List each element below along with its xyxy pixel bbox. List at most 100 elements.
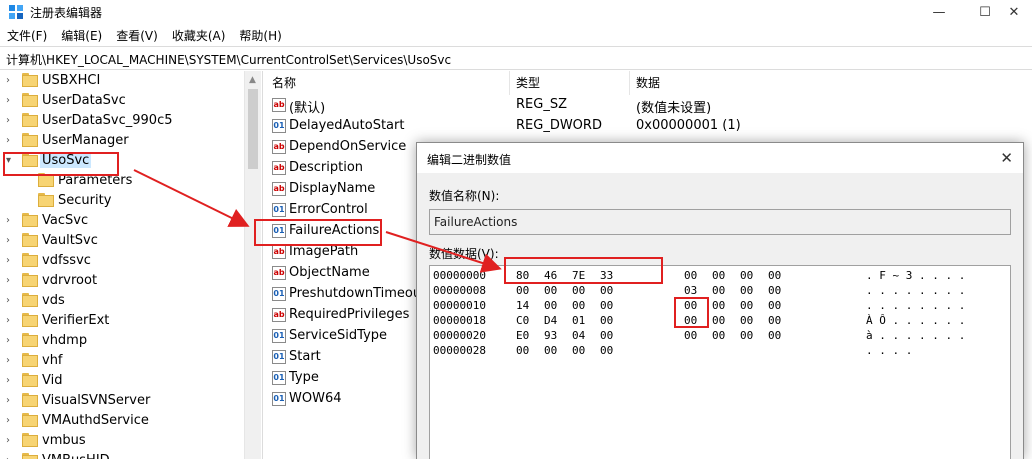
hex-byte[interactable]: 00 [684, 329, 697, 342]
chevron-right-icon[interactable]: › [6, 375, 16, 387]
hex-byte[interactable]: C0 [516, 314, 529, 327]
value-row[interactable]: ab (默认) REG_SZ (数值未设置) [266, 95, 1032, 116]
hex-byte[interactable]: 00 [572, 284, 585, 297]
column-type[interactable]: 类型 [510, 71, 630, 95]
tree-item-vmauthdservice[interactable]: › VMAuthdService [0, 411, 244, 431]
hex-row[interactable]: 00000020 E0 93 04 00 00 00 00 00 à . . . . . . . [430, 329, 1010, 344]
hex-byte[interactable]: 00 [516, 284, 529, 297]
chevron-right-icon[interactable]: › [6, 95, 16, 107]
tree-item-verifierext[interactable]: › VerifierExt [0, 311, 244, 331]
chevron-right-icon[interactable]: › [6, 75, 16, 87]
hex-byte[interactable]: 00 [712, 314, 725, 327]
hex-byte[interactable]: 00 [684, 269, 697, 282]
chevron-right-icon[interactable]: › [6, 455, 16, 459]
chevron-right-icon[interactable]: › [6, 215, 16, 227]
hex-byte[interactable]: E0 [516, 329, 529, 342]
hex-byte[interactable]: D4 [544, 314, 557, 327]
chevron-right-icon[interactable]: › [6, 255, 16, 267]
close-button[interactable]: ✕ [996, 0, 1032, 24]
hex-byte[interactable]: 00 [712, 329, 725, 342]
menu-view[interactable]: 查看(V) [109, 26, 165, 46]
hex-byte[interactable]: 00 [544, 284, 557, 297]
tree-item-vmbushid[interactable]: › VMBusHID [0, 451, 244, 459]
chevron-right-icon[interactable]: › [6, 275, 16, 287]
hex-row[interactable]: 00000010 14 00 00 00 00 00 00 00. . . . . . . . [430, 299, 1010, 314]
hex-byte[interactable]: 00 [600, 299, 613, 312]
hex-byte[interactable]: 14 [516, 299, 529, 312]
tree-item-userdatasvc[interactable]: › UserDataSvc [0, 91, 244, 111]
chevron-right-icon[interactable]: › [6, 115, 16, 127]
menu-favorites[interactable]: 收藏夹(A) [165, 26, 233, 46]
hex-byte[interactable]: 00 [572, 344, 585, 357]
hex-byte[interactable]: 00 [600, 314, 613, 327]
hex-byte[interactable]: 00 [516, 344, 529, 357]
chevron-right-icon[interactable]: › [6, 135, 16, 147]
hex-byte[interactable]: 00 [768, 299, 781, 312]
hex-byte[interactable]: 00 [768, 269, 781, 282]
hex-byte[interactable]: 00 [712, 284, 725, 297]
hex-byte[interactable]: 00 [740, 329, 753, 342]
hex-byte[interactable]: 00 [768, 329, 781, 342]
tree-item-vdfssvc[interactable]: › vdfssvc [0, 251, 244, 271]
chevron-right-icon[interactable]: › [6, 235, 16, 247]
dialog-close-icon[interactable]: ✕ [1000, 149, 1013, 167]
hex-byte[interactable]: 00 [740, 299, 753, 312]
value-row[interactable]: 01 DelayedAutoStart REG_DWORD 0x00000001 (1… [266, 116, 1032, 137]
tree-scrollbar[interactable]: ▲ [244, 71, 261, 459]
tree-item-userdatasvc-990c5[interactable]: › UserDataSvc_990c5 [0, 111, 244, 131]
tree-scroll-thumb[interactable] [248, 89, 258, 169]
tree-item-vhf[interactable]: › vhf [0, 351, 244, 371]
hex-byte[interactable]: 00 [768, 284, 781, 297]
hex-byte[interactable]: 00 [600, 284, 613, 297]
hex-byte[interactable]: 00 [740, 314, 753, 327]
chevron-right-icon[interactable]: › [6, 355, 16, 367]
string-value-icon: ab [272, 308, 286, 322]
hex-byte[interactable]: 00 [544, 344, 557, 357]
hex-byte[interactable]: 00 [544, 299, 557, 312]
hex-byte[interactable]: 00 [768, 314, 781, 327]
address-path[interactable]: 计算机\HKEY_LOCAL_MACHINE\SYSTEM\CurrentCon… [6, 51, 451, 68]
tree-item-vmbus[interactable]: › vmbus [0, 431, 244, 451]
string-value-icon: ab [272, 245, 286, 259]
tree-item-vhdmp[interactable]: › vhdmp [0, 331, 244, 351]
chevron-right-icon[interactable]: › [6, 315, 16, 327]
tree-item-usbxhci[interactable]: › USBXHCI [0, 71, 244, 91]
hex-byte[interactable]: 00 [600, 329, 613, 342]
hex-byte[interactable]: 00 [740, 269, 753, 282]
minimize-button[interactable]: — [916, 0, 962, 24]
hex-editor[interactable]: 00000000 80 46 7E 33 00 00 00 00. F ~ 3 . . . .0… [429, 265, 1011, 459]
chevron-right-icon[interactable]: › [6, 395, 16, 407]
hex-byte[interactable]: 03 [684, 284, 697, 297]
column-name[interactable]: 名称 [266, 71, 510, 95]
scroll-up-icon[interactable]: ▲ [249, 75, 256, 85]
hex-byte[interactable]: 01 [572, 314, 585, 327]
menu-help[interactable]: 帮助(H) [232, 26, 288, 46]
hex-byte[interactable]: 00 [740, 284, 753, 297]
column-data[interactable]: 数据 [630, 71, 1032, 95]
hex-byte[interactable]: 00 [712, 299, 725, 312]
hex-byte[interactable]: 93 [544, 329, 557, 342]
tree-item-visualsvnserver[interactable]: › VisualSVNServer [0, 391, 244, 411]
tree-item-usermanager[interactable]: › UserManager [0, 131, 244, 151]
tree-item-vid[interactable]: › Vid [0, 371, 244, 391]
tree-item-security[interactable]: Security [0, 191, 244, 211]
tree-item-vdrvroot[interactable]: › vdrvroot [0, 271, 244, 291]
address-bar[interactable]: 计算机\HKEY_LOCAL_MACHINE\SYSTEM\CurrentCon… [0, 46, 1032, 70]
hex-byte[interactable]: 04 [572, 329, 585, 342]
menu-file[interactable]: 文件(F) [0, 26, 54, 46]
key-tree[interactable]: › USBXHCI › UserDataSvc › UserDataSvc_990c5 › U… [0, 71, 262, 459]
hex-byte[interactable]: 00 [712, 269, 725, 282]
tree-item-vds[interactable]: › vds [0, 291, 244, 311]
chevron-right-icon[interactable]: › [6, 435, 16, 447]
chevron-right-icon[interactable]: › [6, 415, 16, 427]
tree-item-vaultsvc[interactable]: › VaultSvc [0, 231, 244, 251]
hex-byte[interactable]: 00 [572, 299, 585, 312]
hex-row[interactable]: 00000028 00 00 00 00 . . . . [430, 344, 1010, 359]
hex-row[interactable]: 00000008 00 00 00 00 03 00 00 00 . . . . . . . . [430, 284, 1010, 299]
hex-byte[interactable]: 00 [600, 344, 613, 357]
menu-edit[interactable]: 编辑(E) [54, 26, 109, 46]
chevron-right-icon[interactable]: › [6, 335, 16, 347]
chevron-right-icon[interactable]: › [6, 295, 16, 307]
tree-item-vacsvc[interactable]: › VacSvc [0, 211, 244, 231]
hex-row[interactable]: 00000018 C0 D4 01 00 00 00 00 00 À Ô . . . . . . [430, 314, 1010, 329]
